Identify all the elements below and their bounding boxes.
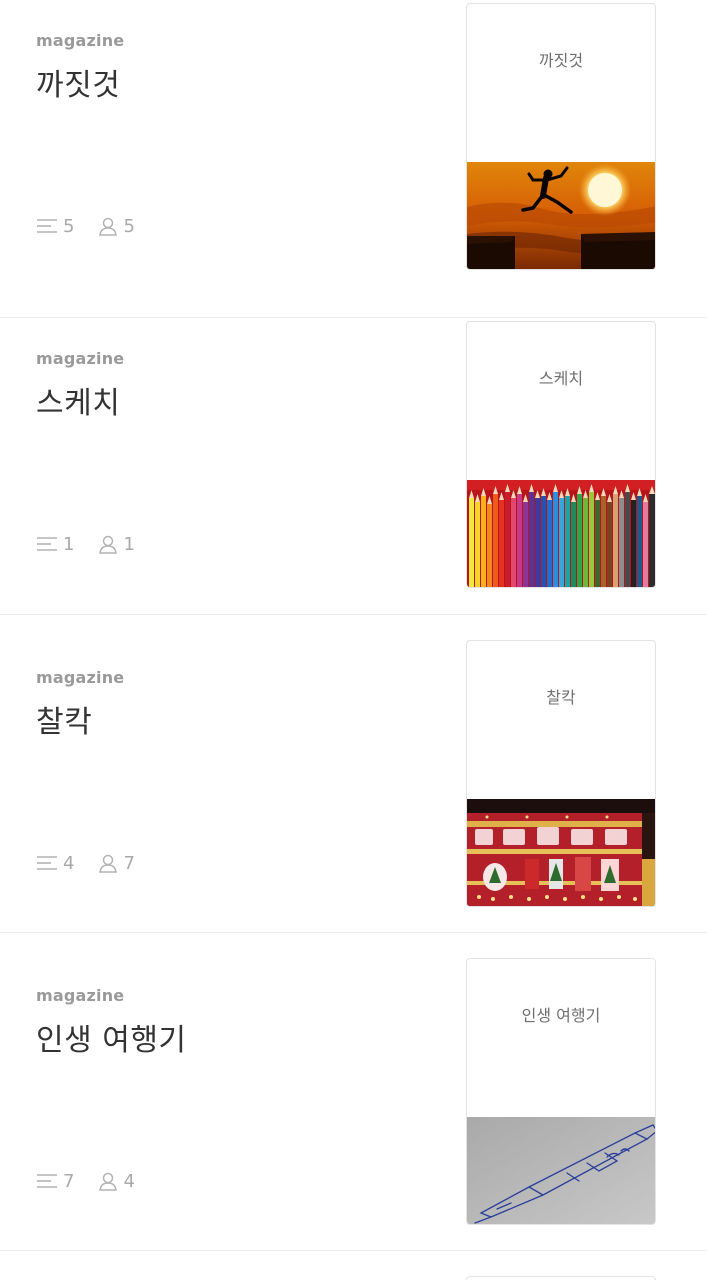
magazine-label: magazine	[36, 31, 125, 50]
post-count: 4	[36, 853, 74, 874]
post-count: 1	[36, 534, 74, 555]
list-icon	[36, 217, 63, 235]
magazine-stats: 1 1	[36, 531, 135, 557]
subscriber-count: 1	[98, 533, 135, 555]
magazine-list: magazine 까짓것 5 5 까짓것 magazine 스케치 1 1 스케…	[0, 0, 707, 1280]
list-icon	[36, 854, 63, 872]
magazine-title[interactable]: 스케치	[36, 378, 120, 422]
magazine-label: magazine	[36, 668, 125, 687]
magazine-title[interactable]: 인생 여행기	[36, 1015, 187, 1059]
person-icon	[98, 216, 123, 236]
post-count-value: 4	[63, 852, 75, 874]
subscriber-count-value: 4	[123, 1170, 135, 1192]
person-icon	[98, 534, 123, 554]
magazine-label: magazine	[36, 986, 125, 1005]
cover-title: 인생 여행기	[521, 1006, 601, 1025]
colored-pencils-photo	[467, 480, 655, 587]
sunset-jump-photo	[467, 162, 655, 269]
post-count: 7	[36, 1171, 74, 1192]
subscriber-count-value: 5	[123, 215, 135, 237]
post-count: 5	[36, 216, 74, 237]
magazine-title[interactable]: 찰칵	[36, 697, 92, 741]
subscriber-count: 7	[98, 852, 135, 874]
post-count-value: 7	[63, 1170, 75, 1192]
magazine-cover[interactable]: 인생 여행기	[466, 958, 656, 1225]
magazine-label: magazine	[36, 349, 125, 368]
person-icon	[98, 1171, 123, 1191]
magazine-item[interactable]: magazine 인생 여행기 7 4 인생 여행기	[0, 933, 707, 1251]
person-icon	[98, 853, 123, 873]
next-magazine-cover	[466, 1276, 656, 1280]
cover-title: 스케치	[538, 369, 584, 388]
post-count-value: 1	[63, 533, 75, 555]
subscriber-count: 5	[98, 215, 135, 237]
pen-sketch-photo	[467, 1117, 655, 1224]
cover-title: 찰칵	[546, 688, 576, 707]
magazine-item[interactable]: magazine 찰칵 4 7 찰칵	[0, 615, 707, 933]
magazine-title[interactable]: 까짓것	[36, 60, 120, 104]
list-icon	[36, 1172, 63, 1190]
cover-title: 까짓것	[538, 51, 584, 70]
post-count-value: 5	[63, 215, 75, 237]
subscriber-count-value: 7	[123, 852, 135, 874]
christmas-lights-building-photo	[467, 799, 655, 906]
magazine-cover[interactable]: 스케치	[466, 321, 656, 588]
magazine-item[interactable]: magazine 까짓것 5 5 까짓것	[0, 0, 707, 318]
list-icon	[36, 535, 63, 553]
magazine-stats: 7 4	[36, 1168, 135, 1194]
magazine-stats: 4 7	[36, 850, 135, 876]
subscriber-count: 4	[98, 1170, 135, 1192]
magazine-cover[interactable]: 찰칵	[466, 640, 656, 907]
magazine-cover[interactable]: 까짓것	[466, 3, 656, 270]
magazine-item[interactable]: magazine 스케치 1 1 스케치	[0, 297, 707, 615]
subscriber-count-value: 1	[123, 533, 135, 555]
magazine-stats: 5 5	[36, 213, 135, 239]
